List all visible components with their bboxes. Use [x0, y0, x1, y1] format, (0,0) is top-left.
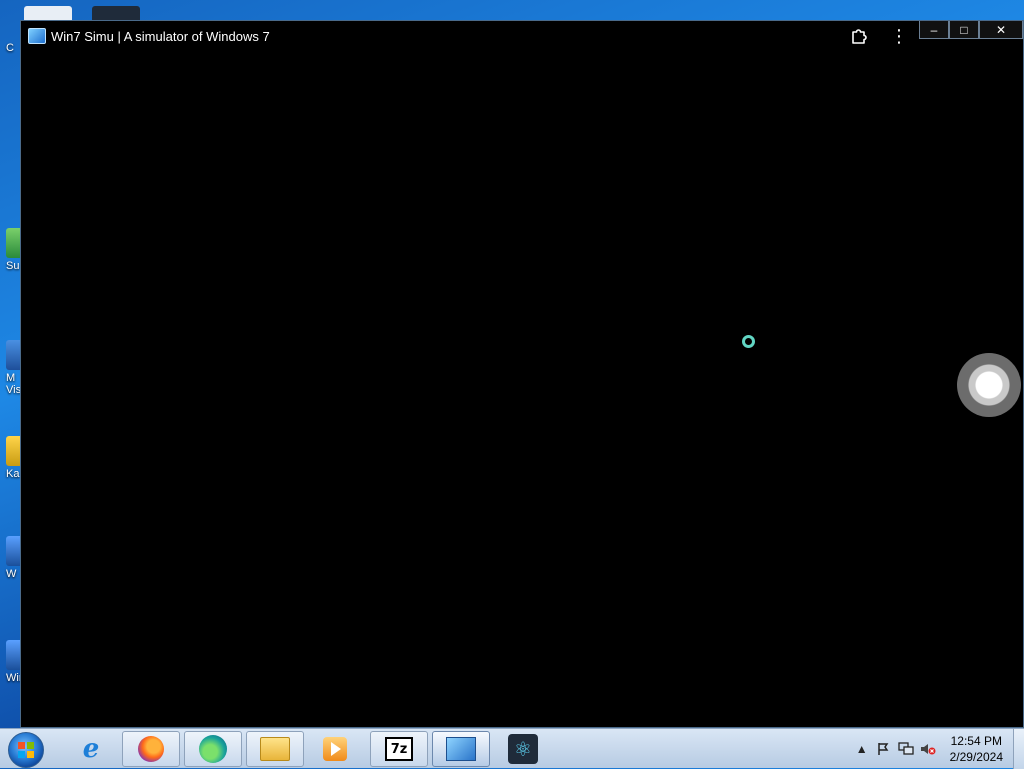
firefox-icon: [138, 736, 164, 762]
maximize-button[interactable]: □: [949, 21, 979, 39]
taskbar-7zip[interactable]: 7z: [370, 731, 428, 767]
edge-icon: [199, 735, 227, 763]
more-options-button[interactable]: ⋮: [887, 21, 911, 51]
taskbar: e 7z ⚛ ▲ 12:54 PM 2/29/2024: [0, 728, 1024, 769]
windows-logo-icon: [18, 742, 34, 758]
win7-simu-icon: [446, 737, 476, 761]
taskbar-edge[interactable]: [184, 731, 242, 767]
media-player-icon: [323, 737, 347, 761]
action-center-flag-icon[interactable]: [876, 741, 892, 757]
taskbar-win7-simu[interactable]: [432, 731, 490, 767]
system-tray: ▲ 12:54 PM 2/29/2024: [856, 729, 1024, 769]
react-icon: ⚛: [508, 734, 538, 764]
app-window[interactable]: Win7 Simu | A simulator of Windows 7 ⋮ –…: [20, 20, 1024, 728]
title-bar[interactable]: Win7 Simu | A simulator of Windows 7 ⋮ –…: [21, 21, 1023, 51]
taskbar-internet-explorer[interactable]: e: [62, 731, 120, 767]
clock-time: 12:54 PM: [950, 734, 1002, 748]
minimize-button[interactable]: –: [919, 21, 949, 39]
taskbar-react-app[interactable]: ⚛: [494, 731, 552, 767]
volume-muted-icon[interactable]: [920, 741, 936, 757]
assistive-touch-button[interactable]: [957, 353, 1021, 417]
window-controls: – □ ✕: [919, 21, 1023, 39]
clock-date: 2/29/2024: [949, 750, 1003, 764]
taskbar-firefox[interactable]: [122, 731, 180, 767]
taskbar-media-player[interactable]: [306, 731, 364, 767]
more-vert-icon: ⋮: [890, 26, 908, 46]
7zip-icon: 7z: [385, 737, 413, 761]
start-button[interactable]: [8, 732, 44, 768]
show-desktop-button[interactable]: [1013, 729, 1024, 769]
folder-icon: [260, 737, 290, 761]
taskbar-file-explorer[interactable]: [246, 731, 304, 767]
network-icon[interactable]: [897, 741, 914, 757]
close-button[interactable]: ✕: [979, 21, 1023, 39]
loading-spinner-icon: [742, 335, 755, 348]
extension-button[interactable]: [847, 21, 871, 51]
win7-simu-icon: [28, 28, 46, 44]
show-hidden-icons-button[interactable]: ▲: [856, 742, 868, 756]
window-title: Win7 Simu | A simulator of Windows 7: [51, 28, 270, 44]
puzzle-icon: [852, 29, 867, 44]
internet-explorer-icon: e: [82, 734, 100, 764]
taskbar-clock[interactable]: 12:54 PM 2/29/2024: [950, 733, 1003, 765]
